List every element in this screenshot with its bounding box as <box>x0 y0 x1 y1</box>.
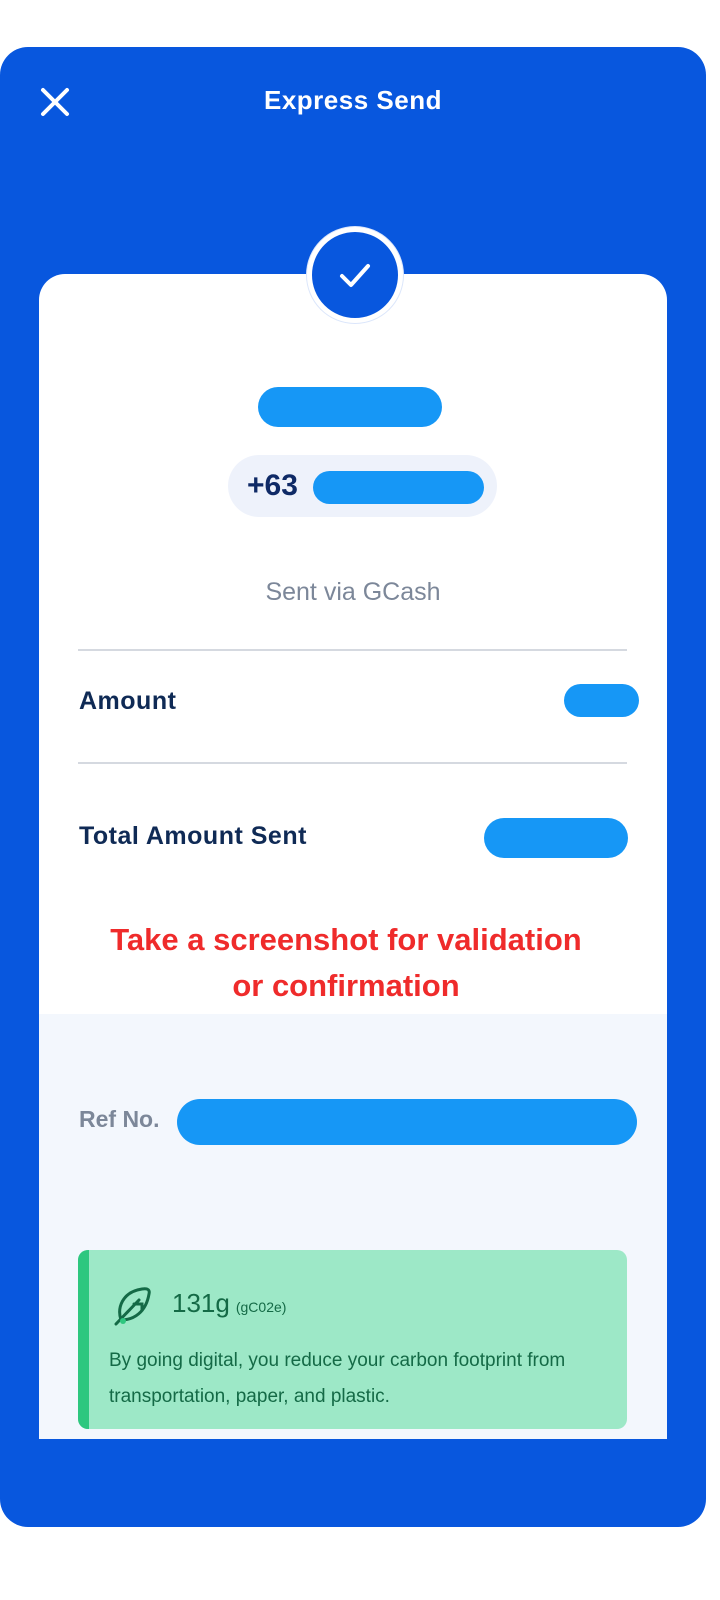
divider <box>78 649 627 651</box>
page-title: Express Send <box>264 85 442 115</box>
notice-line-1: Take a screenshot for validation <box>110 922 582 957</box>
phone-prefix: +63 <box>247 469 298 502</box>
carbon-footprint-card: 131g (gC02e) By going digital, you reduce… <box>78 1250 627 1429</box>
check-icon <box>340 264 370 287</box>
ref-no-label: Ref No. <box>79 1106 160 1132</box>
express-send-screen: Express Send +63 Sent via GCash Amount T… <box>0 47 706 1527</box>
carbon-amount-value: 131g <box>172 1288 230 1318</box>
notice-line-2: or confirmation <box>232 968 460 1003</box>
phone-number-redacted <box>313 471 484 504</box>
amount-value-redacted <box>564 684 639 717</box>
total-amount-value-redacted <box>484 818 628 858</box>
sent-via-text: Sent via GCash <box>265 578 441 606</box>
carbon-amount: 131g (gC02e) <box>172 1288 286 1319</box>
divider <box>78 762 627 764</box>
eco-accent-bar <box>78 1250 89 1429</box>
receipt-summary <box>39 274 667 1014</box>
screenshot-notice: Take a screenshot for validation or conf… <box>39 917 667 1009</box>
total-amount-label: Total Amount Sent <box>79 822 307 850</box>
receipt-zigzag-edge <box>39 1429 667 1439</box>
success-badge <box>307 227 403 323</box>
recipient-number-pill: +63 <box>228 455 497 517</box>
amount-label: Amount <box>79 687 177 715</box>
carbon-message: By going digital, you reduce your carbon… <box>109 1350 566 1407</box>
carbon-amount-unit: (gC02e) <box>235 1299 287 1315</box>
recipient-name-redacted <box>258 387 442 427</box>
receipt-card: +63 Sent via GCash Amount Total Amount S… <box>39 227 667 1474</box>
ref-no-value-redacted <box>177 1099 637 1145</box>
leaf-icon <box>114 1287 151 1326</box>
